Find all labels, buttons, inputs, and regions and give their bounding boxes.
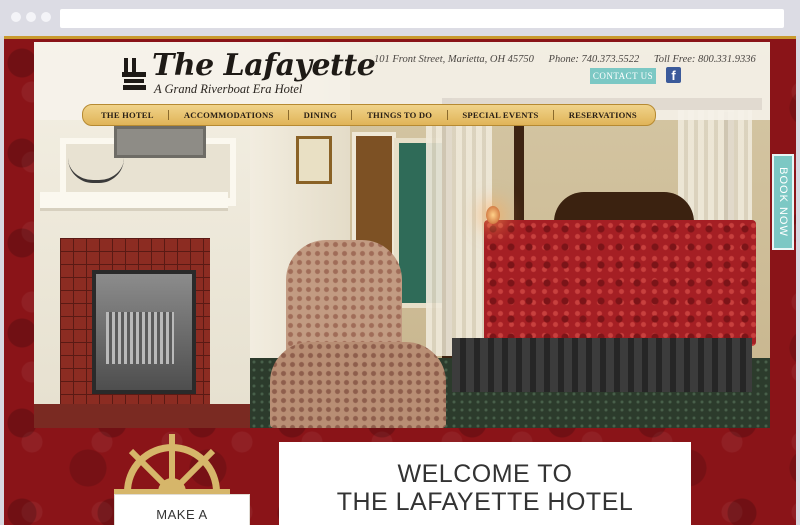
riverboat-logo-icon (122, 58, 146, 90)
welcome-heading-line1: WELCOME TO (397, 460, 573, 488)
nav-item-things-to-do[interactable]: THINGS TO DO (367, 110, 432, 120)
logo-tagline: A Grand Riverboat Era Hotel (154, 82, 303, 96)
book-now-tab[interactable]: BOOK NOW (772, 154, 794, 250)
page-viewport: The Lafayette A Grand Riverboat Era Hote… (4, 36, 796, 525)
address-text: 101 Front Street, Marietta, OH 45750 (374, 54, 534, 65)
welcome-panel: WELCOME TO THE LAFAYETTE HOTEL (279, 442, 691, 525)
make-reservation-label: MAKE A (156, 507, 208, 522)
welcome-heading-line2: THE LAFAYETTE HOTEL (336, 488, 634, 516)
nav-item-dining[interactable]: DINING (304, 110, 337, 120)
window-dot-icon (11, 12, 21, 22)
phone-text[interactable]: Phone: 740.373.5522 (549, 54, 640, 65)
toll-free-text[interactable]: Toll Free: 800.331.9336 (654, 54, 756, 65)
logo-title[interactable]: The Lafayette (152, 48, 376, 83)
window-dot-icon (41, 12, 51, 22)
nav-item-accommodations[interactable]: ACCOMMODATIONS (184, 110, 274, 120)
main-nav: THE HOTEL ACCOMMODATIONS DINING THINGS T… (82, 104, 656, 126)
browser-chrome (0, 0, 800, 36)
address-bar[interactable] (60, 9, 784, 28)
top-gold-divider (4, 36, 796, 39)
make-reservation-box[interactable]: MAKE A (114, 494, 250, 525)
nav-item-the-hotel[interactable]: THE HOTEL (101, 110, 154, 120)
window-dot-icon (26, 12, 36, 22)
facebook-icon[interactable]: f (666, 67, 681, 83)
contact-us-button[interactable]: CONTACT US (590, 68, 656, 84)
contact-info: 101 Front Street, Marietta, OH 45750 Pho… (374, 54, 768, 65)
book-now-label: BOOK NOW (777, 167, 789, 237)
nav-item-reservations[interactable]: RESERVATIONS (569, 110, 637, 120)
nav-item-special-events[interactable]: SPECIAL EVENTS (462, 110, 538, 120)
